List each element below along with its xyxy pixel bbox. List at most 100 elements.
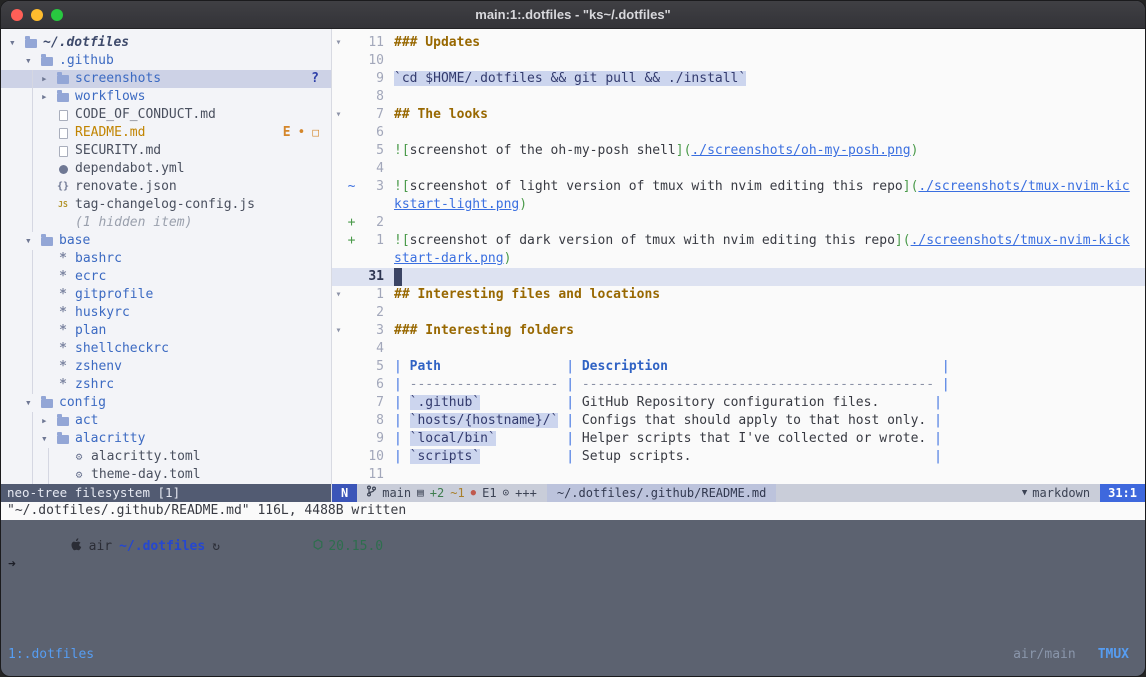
editor-line[interactable]: 11 [332, 466, 1145, 484]
line-text: ![screenshot of dark version of tmux wit… [394, 232, 1130, 250]
shell-pane[interactable]: air ~/.dotfiles ↻ 20.15.0 ➜ 1:.dotfiles … [1, 520, 1145, 676]
fold-column [332, 358, 345, 376]
editor-line[interactable]: 31 [332, 268, 1145, 286]
tree-item-1-hidden-item[interactable]: (1 hidden item) [1, 214, 331, 232]
line-number: 31 [358, 268, 384, 286]
editor-buffer[interactable]: ▾11### Updates109`cd $HOME/.dotfiles && … [332, 29, 1145, 484]
tree-item-zshenv[interactable]: *zshenv [1, 358, 331, 376]
tree-item-base[interactable]: ▾base [1, 232, 331, 250]
editor-line[interactable]: +1![screenshot of dark version of tmux w… [332, 232, 1145, 250]
diagnostic-error-badge: E [283, 124, 291, 142]
editor-line[interactable]: 7| `.github` | GitHub Repository configu… [332, 394, 1145, 412]
fold-chevron-icon[interactable]: ▾ [332, 106, 345, 124]
tree-item-huskyrc[interactable]: *huskyrc [1, 304, 331, 322]
chevron-down-icon[interactable]: ▾ [25, 52, 39, 70]
text-segment-code: `local/bin` [410, 431, 496, 446]
chevron-right-icon[interactable]: ▸ [41, 88, 55, 106]
text-segment-punct: ]( [895, 233, 911, 248]
text-segment-th: Path [410, 359, 441, 374]
chevron-right-icon[interactable]: ▸ [41, 70, 55, 88]
tree-item-dependabot-yml[interactable]: dependabot.yml [1, 160, 331, 178]
editor-line[interactable]: 10| `scripts` | Setup scripts. | [332, 448, 1145, 466]
tree-item-github[interactable]: ▾.github [1, 52, 331, 70]
chevron-down-icon[interactable]: ▾ [9, 34, 23, 52]
editor-line[interactable]: ▾1## Interesting files and locations [332, 286, 1145, 304]
tree-item-badges: E•□ [283, 124, 331, 142]
editor-line[interactable]: 9`cd $HOME/.dotfiles && git pull && ./in… [332, 70, 1145, 88]
chevron-down-icon[interactable]: ▾ [41, 430, 55, 448]
editor-line[interactable]: 2 [332, 304, 1145, 322]
tree-item-renovate-json[interactable]: {}renovate.json [1, 178, 331, 196]
sign-column [345, 268, 358, 286]
bot-icon [55, 165, 71, 174]
text-segment-pipe: | [934, 413, 942, 428]
editor-line[interactable]: 4 [332, 160, 1145, 178]
fold-chevron-icon[interactable]: ▾ [332, 286, 345, 304]
close-button[interactable] [11, 9, 23, 21]
editor-line[interactable]: ▾11### Updates [332, 34, 1145, 52]
editor-line[interactable]: 4 [332, 340, 1145, 358]
zoom-button[interactable] [51, 9, 63, 21]
tree-item-dotfiles[interactable]: ▾~/.dotfiles [1, 34, 331, 52]
folder-icon [55, 417, 71, 426]
line-number: 4 [358, 160, 384, 178]
tree-item-tag-changelog-config-js[interactable]: JStag-changelog-config.js [1, 196, 331, 214]
tree-item-label: huskyrc [75, 304, 130, 322]
tree-item-code-of-conduct-md[interactable]: CODE_OF_CONDUCT.md [1, 106, 331, 124]
fold-chevron-icon[interactable]: ▾ [332, 322, 345, 340]
text-segment-punct: ![ [394, 179, 410, 194]
tree-item-gitprofile[interactable]: *gitprofile [1, 286, 331, 304]
tree-item-alacritty-toml[interactable]: ⚙alacritty.toml [1, 448, 331, 466]
editor-line[interactable]: kstart-light.png) [332, 196, 1145, 214]
line-text: ![screenshot of light version of tmux wi… [394, 178, 1130, 196]
fold-column [332, 196, 345, 214]
text-segment-dash: ------------------- [410, 377, 559, 392]
editor-line[interactable]: 8 [332, 88, 1145, 106]
line-number: 2 [358, 304, 384, 322]
tree-item-security-md[interactable]: SECURITY.md [1, 142, 331, 160]
editor-line[interactable]: ▾3### Interesting folders [332, 322, 1145, 340]
fold-column [332, 214, 345, 232]
diff-added: +2 [430, 484, 444, 502]
editor-line[interactable]: 6| ------------------- | ---------------… [332, 376, 1145, 394]
fold-column [332, 430, 345, 448]
editor-line[interactable]: +2 [332, 214, 1145, 232]
tree-item-act[interactable]: ▸act [1, 412, 331, 430]
tree-item-plan[interactable]: *plan [1, 322, 331, 340]
tree-item-shellcheckrc[interactable]: *shellcheckrc [1, 340, 331, 358]
editor-line[interactable]: 5| Path | Description | [332, 358, 1145, 376]
fold-column [332, 466, 345, 484]
fold-column [332, 232, 345, 250]
tree-item-alacritty[interactable]: ▾alacritty [1, 430, 331, 448]
sign-column [345, 124, 358, 142]
tree-item-ecrc[interactable]: *ecrc [1, 268, 331, 286]
minimize-button[interactable] [31, 9, 43, 21]
statusline-left: main ▤ +2 ~1 ● E1 ⊙ +++ [357, 484, 547, 502]
editor-line[interactable]: 6 [332, 124, 1145, 142]
tmux-window-tab[interactable]: 1:.dotfiles [8, 646, 94, 664]
tree-item-config[interactable]: ▾config [1, 394, 331, 412]
tree-item-label: shellcheckrc [75, 340, 169, 358]
sign-column [345, 358, 358, 376]
tree-item-screenshots[interactable]: ▸screenshots? [1, 70, 331, 88]
tree-item-zshrc[interactable]: *zshrc [1, 376, 331, 394]
tree-item-theme-day-toml[interactable]: ⚙theme-day.toml [1, 466, 331, 484]
chevron-down-icon[interactable]: ▾ [25, 394, 39, 412]
tree-item-workflows[interactable]: ▸workflows [1, 88, 331, 106]
editor-line[interactable]: 8| `hosts/{hostname}/` | Configs that sh… [332, 412, 1145, 430]
editor-line[interactable]: start-dark.png) [332, 250, 1145, 268]
text-segment-pipe: | [934, 395, 942, 410]
text-segment-punct: ![ [394, 143, 410, 158]
editor-line[interactable]: 9| `local/bin` | Helper scripts that I'v… [332, 430, 1145, 448]
text-segment-text: Setup scripts. [582, 449, 934, 464]
chevron-right-icon[interactable]: ▸ [41, 412, 55, 430]
fold-chevron-icon[interactable]: ▾ [332, 34, 345, 52]
editor-line[interactable]: ▾7## The looks [332, 106, 1145, 124]
chevron-down-icon[interactable]: ▾ [25, 232, 39, 250]
editor-line[interactable]: ~3![screenshot of light version of tmux … [332, 178, 1145, 196]
editor-line[interactable]: 10 [332, 52, 1145, 70]
diagnostic-count: E1 [482, 484, 496, 502]
tree-item-readme-md[interactable]: README.mdE•□ [1, 124, 331, 142]
tree-item-bashrc[interactable]: *bashrc [1, 250, 331, 268]
editor-line[interactable]: 5![screenshot of the oh-my-posh shell](.… [332, 142, 1145, 160]
